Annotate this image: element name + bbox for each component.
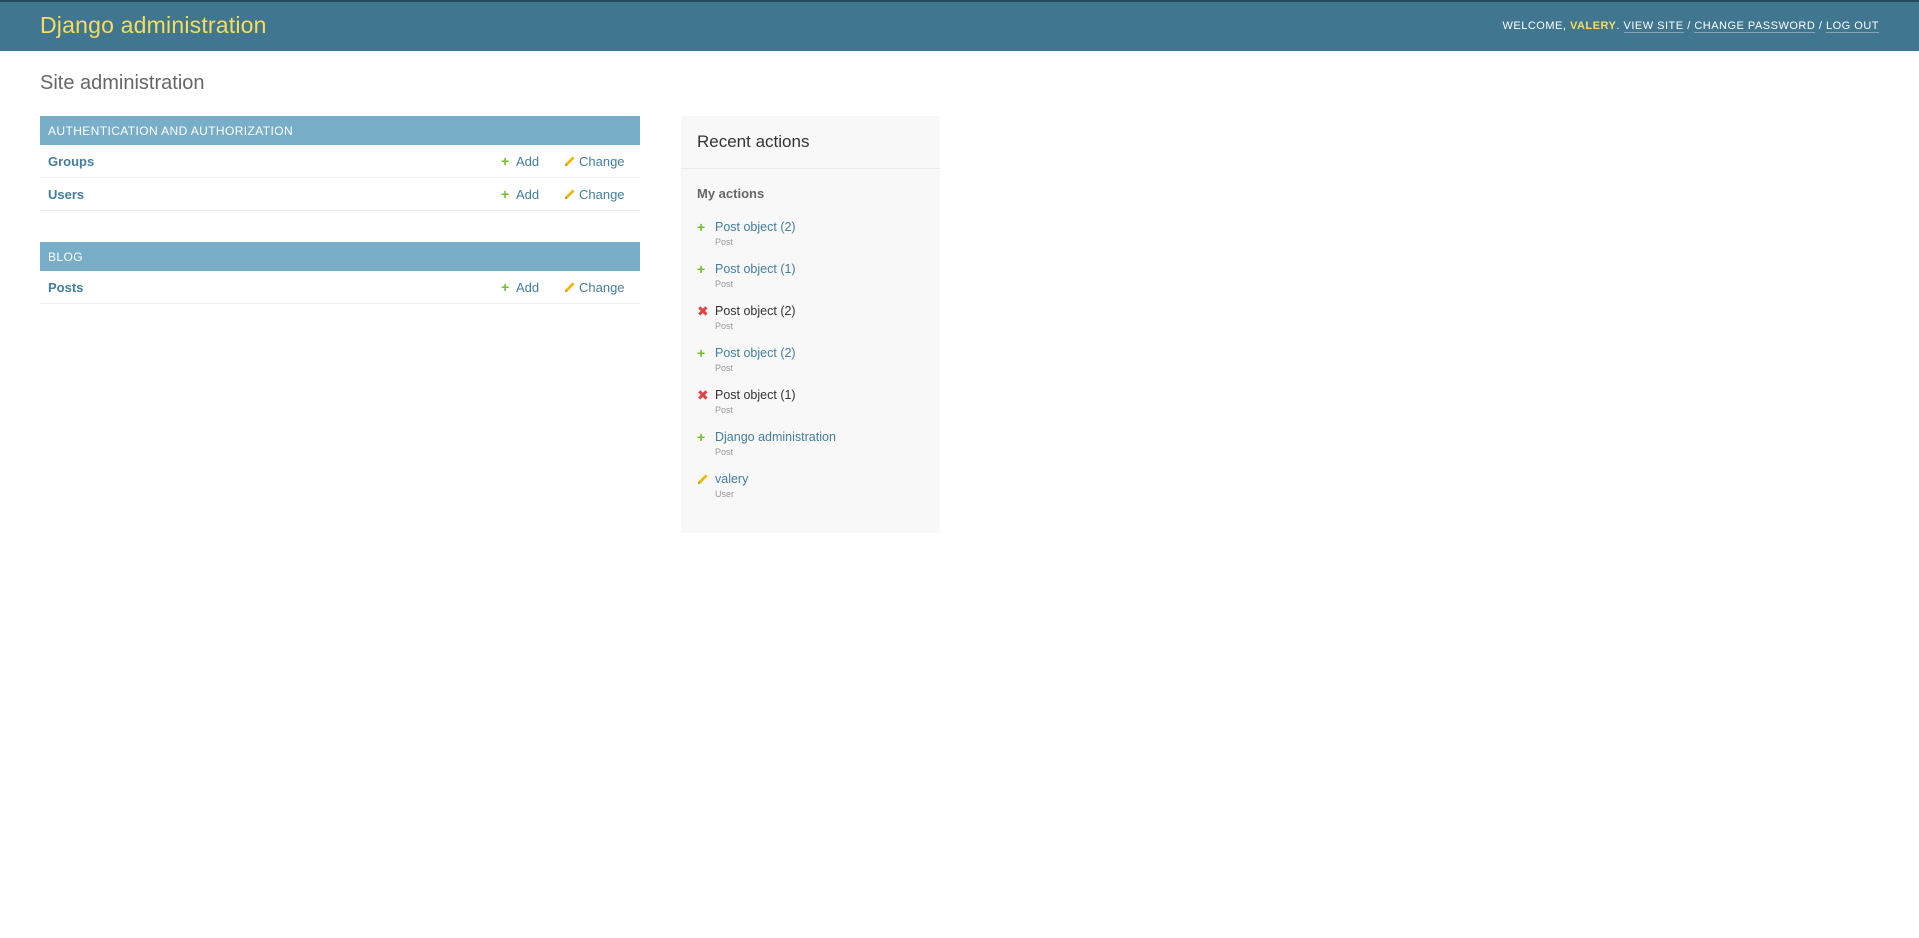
delete-icon: ✖ xyxy=(697,303,709,319)
add-label: Add xyxy=(516,154,540,169)
add-icon: + xyxy=(697,345,706,361)
separator: / xyxy=(1818,20,1823,32)
action-type: User xyxy=(715,489,735,499)
add-groups-button[interactable]: + Add xyxy=(501,154,539,169)
user-name: valery xyxy=(1569,20,1617,32)
add-label: Add xyxy=(516,280,540,295)
action-type: Post xyxy=(715,321,734,331)
action-item: ✖ Post object (1) Post xyxy=(697,388,927,428)
pencil-icon xyxy=(565,189,575,199)
module-caption[interactable]: Authentication and Authorization xyxy=(40,116,640,145)
change-label: Change xyxy=(579,154,625,169)
change-label: Change xyxy=(579,280,625,295)
action-item: + Post object (2) Post xyxy=(697,346,927,386)
action-item: + Django administration Post xyxy=(697,430,927,470)
model-link-groups[interactable]: Groups xyxy=(48,154,94,169)
action-type: Post xyxy=(715,405,734,415)
pencil-icon xyxy=(565,156,575,166)
model-row-posts: Posts + Add Change xyxy=(40,271,640,304)
module-auth: Authentication and Authorization Groups … xyxy=(40,116,640,211)
add-icon: + xyxy=(697,261,706,277)
log-out-link[interactable]: Log out xyxy=(1825,20,1879,33)
module-caption-link[interactable]: Blog xyxy=(48,250,83,264)
action-link[interactable]: Post object (1) xyxy=(715,262,796,276)
module-caption[interactable]: Blog xyxy=(40,242,640,271)
header: Django administration Welcome, valery. V… xyxy=(0,0,1919,51)
change-users-button[interactable]: Change xyxy=(564,187,625,202)
user-tools: Welcome, valery. View site / Change pass… xyxy=(1502,20,1879,33)
action-link[interactable]: Django administration xyxy=(715,430,836,444)
action-item: + Post object (2) Post xyxy=(697,220,927,260)
divider xyxy=(681,168,940,169)
model-row-users: Users + Add Change xyxy=(40,178,640,211)
action-link[interactable]: valery xyxy=(715,472,748,486)
action-link[interactable]: Post object (2) xyxy=(715,346,796,360)
add-icon: + xyxy=(501,279,510,295)
action-type: Post xyxy=(715,279,734,289)
action-label: Post object (1) xyxy=(715,388,796,402)
change-groups-button[interactable]: Change xyxy=(564,154,625,169)
action-item: + Post object (1) Post xyxy=(697,262,927,302)
action-link[interactable]: Post object (2) xyxy=(715,220,796,234)
delete-icon: ✖ xyxy=(697,387,709,403)
add-icon: + xyxy=(501,153,510,169)
welcome-text: Welcome, xyxy=(1502,20,1567,32)
change-posts-button[interactable]: Change xyxy=(564,280,625,295)
page-title: Site administration xyxy=(40,72,205,94)
action-type: Post xyxy=(715,237,734,247)
module-caption-link[interactable]: Authentication and Authorization xyxy=(48,124,293,138)
change-password-link[interactable]: Change password xyxy=(1694,20,1816,33)
pencil-icon xyxy=(565,282,575,292)
site-brand-link[interactable]: Django administration xyxy=(40,12,267,39)
add-label: Add xyxy=(516,187,540,202)
action-type: Post xyxy=(715,447,734,457)
model-link-posts[interactable]: Posts xyxy=(48,280,83,295)
add-icon: + xyxy=(697,219,706,235)
add-icon: + xyxy=(501,186,510,202)
pencil-icon xyxy=(698,474,708,484)
action-item: valery User xyxy=(697,472,927,512)
model-row-groups: Groups + Add Change xyxy=(40,145,640,178)
my-actions-title: My actions xyxy=(697,186,765,201)
model-link-users[interactable]: Users xyxy=(48,187,84,202)
action-item: ✖ Post object (2) Post xyxy=(697,304,927,344)
module-blog: Blog Posts + Add Change xyxy=(40,242,640,304)
change-label: Change xyxy=(579,187,625,202)
action-label: Post object (2) xyxy=(715,304,796,318)
view-site-link[interactable]: View site xyxy=(1623,20,1684,33)
add-users-button[interactable]: + Add xyxy=(501,187,539,202)
add-icon: + xyxy=(697,429,706,445)
add-posts-button[interactable]: + Add xyxy=(501,280,539,295)
recent-actions-panel: Recent actions My actions + Post object … xyxy=(681,116,940,533)
separator: / xyxy=(1687,20,1691,32)
recent-actions-title: Recent actions xyxy=(697,132,810,151)
action-type: Post xyxy=(715,363,734,373)
